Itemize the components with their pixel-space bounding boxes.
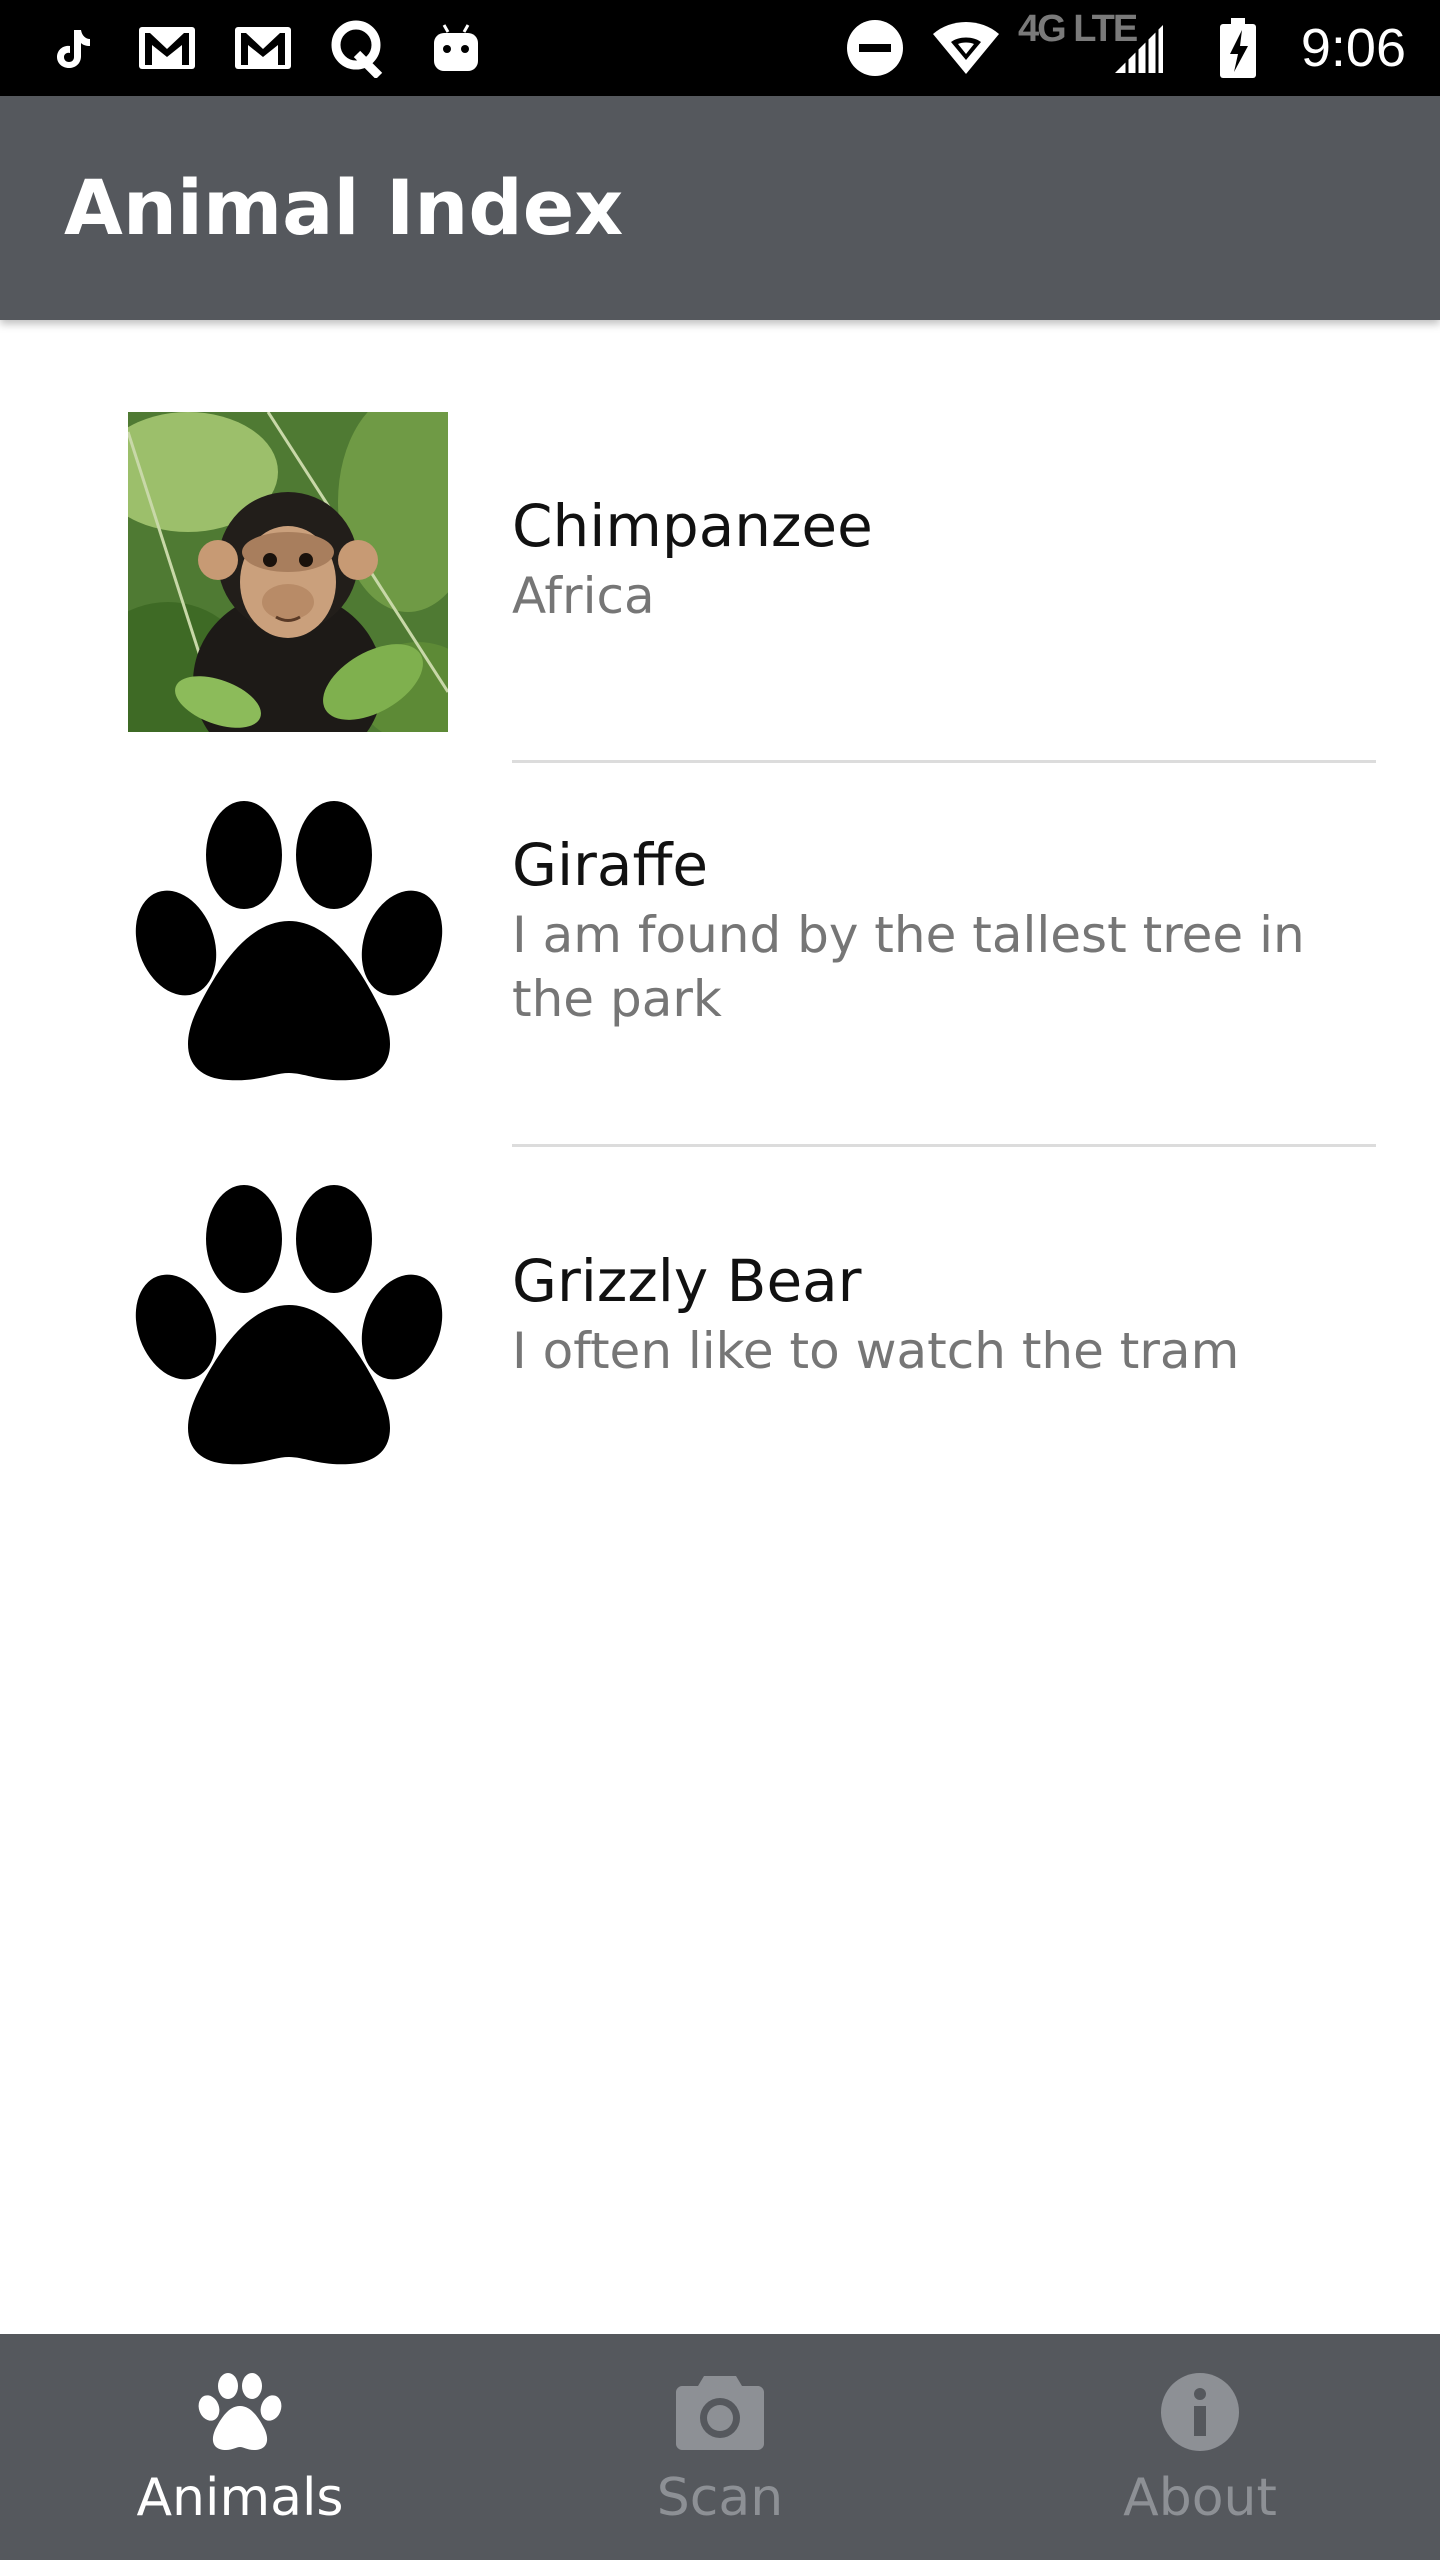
- do-not-disturb-icon: [844, 14, 906, 82]
- bottom-navigation: Animals Scan About: [0, 2334, 1440, 2560]
- nav-item-scan[interactable]: Scan: [480, 2334, 960, 2560]
- gmail-icon: [232, 14, 294, 82]
- paw-icon: [128, 1177, 448, 1497]
- nav-item-about[interactable]: About: [960, 2334, 1440, 2560]
- nav-label: Animals: [136, 2468, 344, 2528]
- animal-name: Giraffe: [512, 831, 709, 899]
- page-title: Animal Index: [64, 163, 624, 252]
- signal-icon: [1110, 14, 1166, 82]
- status-bar: 4G LTE 9:06: [0, 0, 1440, 96]
- paw-icon: [128, 793, 448, 1113]
- animal-description: I am found by the tallest tree in the pa…: [512, 906, 1305, 1028]
- animal-name: Grizzly Bear: [512, 1247, 862, 1315]
- list-item-giraffe[interactable]: Giraffe I am found by the tallest tree i…: [0, 763, 1440, 1145]
- info-icon: [960, 2366, 1440, 2458]
- app-bar: Animal Index: [0, 96, 1440, 320]
- screen: 4G LTE 9:06 Animal Index Chimpanzee Afri…: [0, 0, 1440, 2560]
- quora-icon: [328, 14, 388, 82]
- list-item-text: Chimpanzee Africa: [512, 488, 1332, 628]
- list-item-text: Giraffe I am found by the tallest tree i…: [512, 827, 1332, 1031]
- tiktok-icon: [48, 14, 96, 82]
- gmail-icon: [136, 14, 198, 82]
- nav-label: About: [1123, 2468, 1277, 2528]
- list-item-grizzly-bear[interactable]: Grizzly Bear I often like to watch the t…: [0, 1147, 1440, 1529]
- animal-description: I often like to watch the tram: [512, 1322, 1240, 1380]
- chimpanzee-photo: [128, 412, 448, 732]
- status-time: 9:06: [1300, 18, 1406, 78]
- battery-charging-icon: [1216, 14, 1260, 82]
- nav-label: Scan: [656, 2468, 784, 2528]
- wifi-icon: [930, 14, 1002, 82]
- android-icon: [428, 14, 484, 82]
- list-item-text: Grizzly Bear I often like to watch the t…: [512, 1243, 1332, 1383]
- animal-name: Chimpanzee: [512, 492, 873, 560]
- animal-description: Africa: [512, 567, 655, 625]
- nav-item-animals[interactable]: Animals: [0, 2334, 480, 2560]
- list-item-chimpanzee[interactable]: Chimpanzee Africa: [0, 320, 1440, 762]
- paw-icon: [0, 2366, 480, 2458]
- camera-icon: [480, 2366, 960, 2458]
